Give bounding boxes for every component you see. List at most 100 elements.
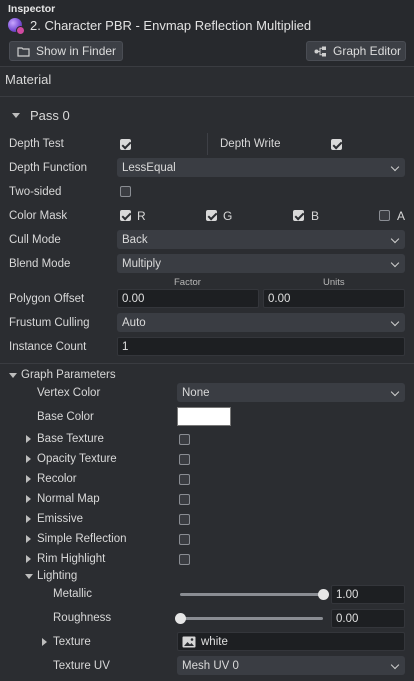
polygon-offset-label: Polygon Offset: [9, 293, 85, 305]
normal-map-toggle[interactable]: Normal Map: [26, 493, 100, 505]
recolor-checkbox[interactable]: [179, 474, 190, 485]
opacity-texture-toggle[interactable]: Opacity Texture: [26, 453, 117, 465]
color-mask-a-label: A: [397, 209, 406, 223]
roughness-input[interactable]: 0.00: [331, 609, 405, 628]
image-icon: [182, 636, 196, 647]
color-mask-g-label: G: [223, 209, 233, 223]
vertex-color-dropdown[interactable]: None: [177, 383, 405, 402]
color-mask-r-checkbox[interactable]: [120, 210, 131, 221]
two-sided-label: Two-sided: [9, 186, 62, 198]
vertex-color-label: Vertex Color: [37, 387, 101, 399]
cull-mode-label: Cull Mode: [9, 234, 61, 246]
base-color-swatch[interactable]: [177, 407, 231, 426]
roughness-slider-track[interactable]: [180, 617, 323, 620]
texture-field[interactable]: white: [177, 632, 405, 651]
folder-icon: [17, 46, 30, 57]
polygon-offset-units-input[interactable]: 0.00: [263, 289, 405, 308]
blend-mode-label: Blend Mode: [9, 258, 71, 270]
metallic-slider-track[interactable]: [180, 593, 323, 596]
chevron-down-icon: [9, 372, 17, 378]
color-mask-b-checkbox[interactable]: [293, 210, 304, 221]
chevron-down-icon: [390, 317, 400, 327]
chevron-down-icon: [390, 660, 400, 670]
texture-value: white: [201, 635, 228, 648]
chevron-down-icon: [390, 162, 400, 172]
instance-count-label: Instance Count: [9, 341, 87, 353]
metallic-slider-thumb[interactable]: [317, 589, 329, 600]
chevron-right-icon: [42, 638, 47, 646]
graph-editor-button[interactable]: Graph Editor: [306, 41, 406, 61]
inspector-title: Inspector: [8, 3, 56, 15]
metallic-input[interactable]: 1.00: [331, 585, 405, 604]
show-in-finder-button[interactable]: Show in Finder: [9, 41, 123, 61]
rim-highlight-label: Rim Highlight: [37, 553, 106, 565]
color-mask-r-label: R: [137, 209, 146, 223]
chevron-right-icon: [26, 535, 31, 543]
graph-node-icon: [314, 46, 326, 56]
base-texture-label: Base Texture: [37, 433, 104, 445]
chevron-down-icon: [390, 234, 400, 244]
vertex-color-value: None: [182, 386, 210, 399]
normal-map-checkbox[interactable]: [179, 494, 190, 505]
rim-highlight-checkbox[interactable]: [179, 554, 190, 565]
chevron-down-icon: [390, 258, 400, 268]
texture-label: Texture: [53, 636, 91, 648]
opacity-texture-checkbox[interactable]: [179, 454, 190, 465]
two-sided-checkbox[interactable]: [120, 186, 131, 197]
chevron-down-icon: [25, 573, 33, 579]
divider: [0, 96, 414, 97]
color-mask-b-label: B: [311, 209, 320, 223]
graph-editor-label: Graph Editor: [333, 44, 402, 58]
depth-write-checkbox[interactable]: [331, 139, 342, 150]
texture-uv-dropdown[interactable]: Mesh UV 0: [177, 656, 405, 675]
simple-reflection-toggle[interactable]: Simple Reflection: [26, 533, 126, 545]
depth-function-value: LessEqual: [122, 161, 176, 174]
divider: [0, 66, 414, 67]
normal-map-label: Normal Map: [37, 493, 100, 505]
roughness-slider-thumb[interactable]: [174, 613, 186, 624]
frustum-culling-value: Auto: [122, 316, 146, 329]
rim-highlight-toggle[interactable]: Rim Highlight: [26, 553, 105, 565]
color-mask-label: Color Mask: [9, 210, 68, 222]
factor-header: Factor: [174, 277, 201, 288]
polygon-offset-factor-input[interactable]: 0.00: [117, 289, 259, 308]
cull-mode-dropdown[interactable]: Back: [117, 230, 405, 249]
base-texture-toggle[interactable]: Base Texture: [26, 433, 104, 445]
color-mask-g-checkbox[interactable]: [206, 210, 217, 221]
base-color-label: Base Color: [37, 411, 94, 423]
instance-count-value: 1: [122, 340, 129, 353]
graph-parameters-label: Graph Parameters: [21, 369, 116, 381]
depth-test-checkbox[interactable]: [120, 139, 131, 150]
roughness-label: Roughness: [53, 612, 112, 624]
simple-reflection-checkbox[interactable]: [179, 534, 190, 545]
blend-mode-value: Multiply: [122, 257, 161, 270]
simple-reflection-label: Simple Reflection: [37, 533, 127, 545]
frustum-culling-label: Frustum Culling: [9, 317, 90, 329]
depth-function-dropdown[interactable]: LessEqual: [117, 158, 405, 177]
depth-test-label: Depth Test: [9, 138, 64, 150]
chevron-down-icon: [390, 387, 400, 397]
depth-function-label: Depth Function: [9, 162, 87, 174]
color-mask-a-checkbox[interactable]: [379, 210, 390, 221]
chevron-right-icon: [26, 475, 31, 483]
chevron-right-icon: [26, 495, 31, 503]
frustum-culling-dropdown[interactable]: Auto: [117, 313, 405, 332]
pass-0-toggle[interactable]: Pass 0: [12, 108, 70, 123]
opacity-texture-label: Opacity Texture: [37, 453, 117, 465]
graph-parameters-toggle[interactable]: Graph Parameters: [9, 369, 116, 381]
base-texture-checkbox[interactable]: [179, 434, 190, 445]
texture-toggle[interactable]: Texture: [42, 636, 91, 648]
texture-uv-value: Mesh UV 0: [182, 659, 239, 672]
depth-write-label: Depth Write: [220, 138, 281, 150]
emissive-checkbox[interactable]: [179, 514, 190, 525]
divider: [0, 363, 414, 364]
lighting-toggle[interactable]: Lighting: [25, 570, 77, 582]
blend-mode-dropdown[interactable]: Multiply: [117, 254, 405, 273]
roughness-value: 0.00: [336, 612, 359, 625]
instance-count-input[interactable]: 1: [117, 337, 405, 356]
emissive-toggle[interactable]: Emissive: [26, 513, 83, 525]
material-section-title: Material: [5, 72, 52, 87]
recolor-toggle[interactable]: Recolor: [26, 473, 77, 485]
chevron-right-icon: [26, 455, 31, 463]
chevron-down-icon: [12, 113, 20, 118]
